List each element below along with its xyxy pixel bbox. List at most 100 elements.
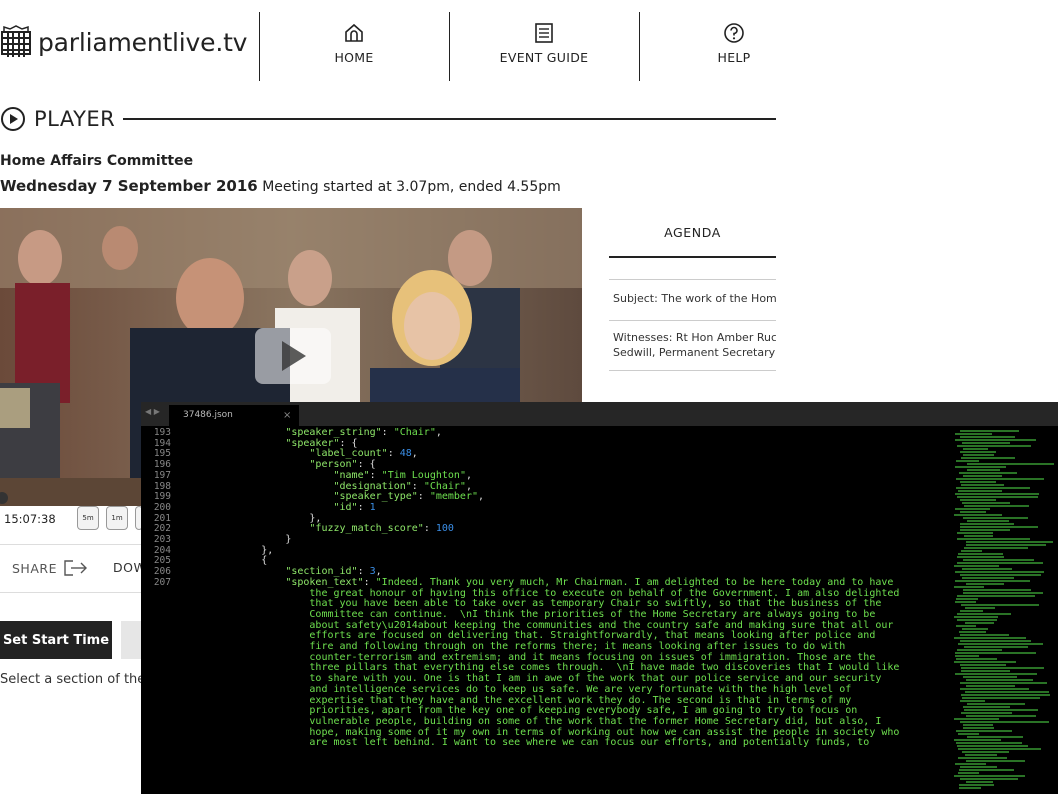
minimap-line <box>960 574 1041 576</box>
minimap-line <box>954 565 999 567</box>
minimap-line <box>963 517 1028 519</box>
minimap-line <box>966 760 1025 762</box>
editor-tab[interactable]: 37486.json <box>169 405 299 426</box>
editor-minimap[interactable] <box>954 428 1054 794</box>
code-token: the great honour of having this office t… <box>189 587 900 599</box>
minimap-line <box>958 643 1043 645</box>
minimap-line <box>963 559 1034 561</box>
minimap-line <box>956 478 1044 480</box>
minimap-line <box>962 442 1010 444</box>
minimap-line <box>957 445 1031 447</box>
minimap-line <box>962 628 988 630</box>
portcullis-icon <box>1 25 31 57</box>
rewind-5m-button[interactable]: 5m <box>77 506 99 530</box>
code-token: "person" <box>189 459 358 471</box>
code-token: "member" <box>429 491 478 503</box>
minimap-line <box>965 691 1049 693</box>
minimap-line <box>959 784 994 786</box>
code-token: : <box>381 427 394 438</box>
minimap-line <box>957 562 1043 564</box>
minimap-line <box>965 607 995 609</box>
minimap-line <box>957 538 1030 540</box>
minimap-line <box>957 496 1038 498</box>
code-token: 100 <box>435 523 454 535</box>
code-token: Committee can continue. \nI think the pr… <box>189 608 876 620</box>
code-content[interactable]: "speaker_string": "Chair", "speaker": { … <box>189 427 949 749</box>
minimap-line <box>963 724 993 726</box>
minimap-line <box>966 781 993 783</box>
player-heading: PLAYER <box>0 104 776 134</box>
site-name: parliamentlive.tv <box>38 27 248 57</box>
minimap-line <box>963 727 994 729</box>
tab-nav-arrows-icon[interactable]: ◀ ▶ <box>145 407 160 416</box>
minimap-line <box>965 754 997 756</box>
close-icon[interactable]: × <box>283 405 291 426</box>
minimap-line <box>954 637 1026 639</box>
minimap-line <box>958 553 1003 555</box>
minimap-line <box>963 676 1017 678</box>
nav-event-guide-label: EVENT GUIDE <box>499 50 589 65</box>
minimap-line <box>958 733 979 735</box>
code-token: : <box>363 576 376 588</box>
minimap-line <box>955 571 1044 573</box>
code-token: "label_count" <box>189 448 388 460</box>
minimap-line <box>962 697 1040 699</box>
minimap-line <box>967 703 1025 705</box>
agenda-subject[interactable]: Subject: The work of the Hom <box>613 291 776 306</box>
divider <box>0 544 142 545</box>
minimap-line <box>955 673 1037 675</box>
nav-home-label: HOME <box>334 50 374 65</box>
nav-home[interactable]: HOME <box>259 22 449 65</box>
rewind-1m-button[interactable]: 1m <box>106 506 128 530</box>
minimap-line <box>960 451 996 453</box>
minimap-line <box>954 718 999 720</box>
editor-tab-title: 37486.json <box>183 410 233 420</box>
agenda-divider <box>609 279 776 280</box>
code-token: "id" <box>189 501 358 513</box>
line-number: 207 <box>153 576 171 588</box>
agenda-witnesses[interactable]: Witnesses: Rt Hon Amber Ruc Sedwill, Per… <box>613 330 776 360</box>
share-button[interactable]: SHARE <box>12 560 89 576</box>
code-token: to share with you. One is that I am in a… <box>189 673 882 685</box>
code-token: "name" <box>189 469 370 481</box>
minimap-line <box>956 625 976 627</box>
agenda-divider <box>609 370 776 371</box>
code-token: "fuzzy_match_score" <box>189 523 424 535</box>
nav-event-guide[interactable]: EVENT GUIDE <box>449 22 639 65</box>
tab-agenda[interactable]: AGENDA <box>609 208 776 258</box>
minimap-line <box>966 715 1036 717</box>
minimap-line <box>960 610 983 612</box>
code-token: , <box>435 427 442 438</box>
code-token: } <box>189 534 292 546</box>
minimap-line <box>966 685 1015 687</box>
minimap-line <box>964 547 1028 549</box>
site-logo[interactable]: parliamentlive.tv <box>0 22 247 62</box>
minimap-line <box>955 508 990 510</box>
line-number: 197 <box>153 469 171 481</box>
code-token: : { <box>339 437 358 449</box>
minimap-line <box>956 730 1012 732</box>
code-token: : <box>357 501 370 513</box>
home-icon <box>345 23 363 42</box>
code-token: "Chair" <box>423 480 466 492</box>
code-token: : <box>423 523 436 535</box>
code-editor-window[interactable]: ◀ ▶ 37486.json × 193 194 195 196 197 198 199 20… <box>141 402 1058 794</box>
agenda-witnesses-line1: Witnesses: Rt Hon Amber Ruc <box>613 331 776 344</box>
code-token: "Indeed. Thank you very much, Mr Chairma… <box>375 576 894 588</box>
rewind-1m-label: 1m <box>111 514 123 522</box>
select-section-note: Select a section of the <box>0 672 146 687</box>
minimap-line <box>960 664 1006 666</box>
minimap-line <box>967 463 1054 465</box>
set-start-time-button[interactable]: Set Start Time <box>0 621 112 659</box>
help-icon <box>724 23 744 43</box>
minimap-line <box>957 745 1028 747</box>
code-token: : <box>411 480 424 492</box>
code-token: are most left behind. I want to see wher… <box>189 737 870 749</box>
code-line: are most left behind. I want to see wher… <box>189 738 949 749</box>
minimap-line <box>955 439 1036 441</box>
code-token: "speaker_string" <box>189 427 382 438</box>
minimap-line <box>964 505 1029 507</box>
nav-help[interactable]: HELP <box>639 22 829 65</box>
minimap-line <box>963 706 1010 708</box>
code-token: counter-terrorism and extremism; and it … <box>189 651 876 663</box>
